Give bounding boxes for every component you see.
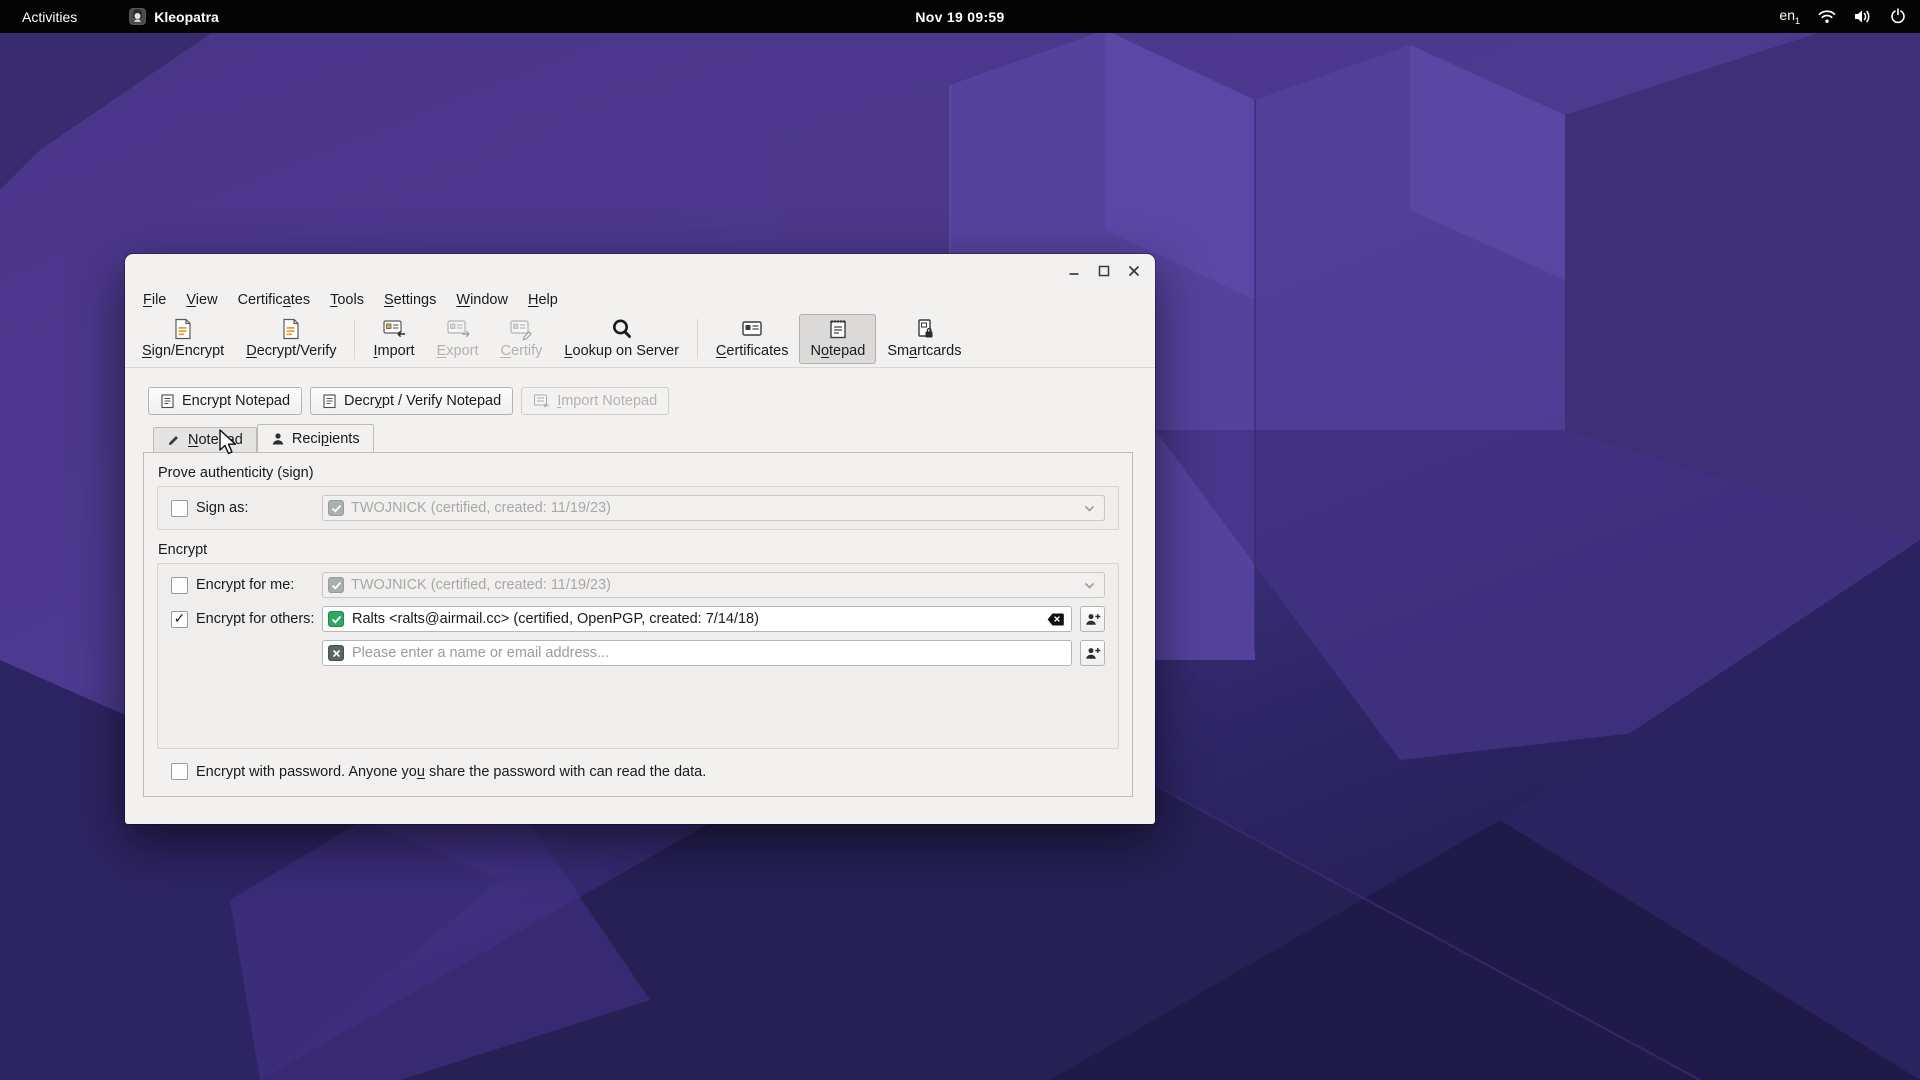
tab-notepad[interactable]: Notepad	[153, 427, 257, 452]
menu-file[interactable]: File	[133, 290, 176, 310]
recipient-input-filled[interactable]: Ralts <ralts@airmail.cc> (certified, Ope…	[322, 606, 1072, 632]
sign-as-checkbox[interactable]	[171, 500, 188, 517]
sign-groupbox: Sign as: TWOJNICK (certified, created: 1…	[157, 486, 1119, 530]
import-notepad-button: Import Notepad	[521, 387, 669, 415]
encrypt-for-me-checkbox[interactable]	[171, 577, 188, 594]
decrypt-verify-notepad-button[interactable]: Decrypt / Verify Notepad	[310, 387, 513, 415]
focused-app-menu[interactable]: Kleopatra	[123, 6, 225, 27]
add-contact-icon	[1085, 612, 1101, 627]
chevron-down-icon	[1084, 505, 1095, 512]
toolbar-export: Export	[426, 314, 490, 364]
system-status-area[interactable]: en1	[1779, 7, 1906, 26]
toolbar-decrypt-verify[interactable]: Decrypt/Verify	[235, 314, 347, 364]
menu-bar: File View Certificates Tools Settings Wi…	[125, 288, 1155, 312]
menu-settings[interactable]: Settings	[374, 290, 446, 310]
x-box-icon	[328, 645, 344, 661]
close-button[interactable]	[1121, 258, 1147, 284]
toolbar-separator	[697, 319, 698, 359]
focused-app-name: Kleopatra	[154, 9, 219, 25]
recipients-panel: Prove authenticity (sign) Sign as: TWOJN…	[143, 452, 1133, 797]
notepad-tabbar: Notepad Recipients	[153, 424, 1155, 452]
recipient-search-input[interactable]	[352, 645, 1064, 661]
menu-view[interactable]: View	[176, 290, 227, 310]
sign-section-title: Prove authenticity (sign)	[158, 465, 1119, 481]
encrypt-notepad-button[interactable]: Encrypt Notepad	[148, 387, 302, 415]
mouse-cursor	[218, 429, 240, 457]
password-option-row: Encrypt with password. Anyone you share …	[171, 763, 1119, 780]
menu-window[interactable]: Window	[446, 290, 518, 310]
sign-encrypt-icon	[173, 318, 193, 340]
encrypt-with-password-label: Encrypt with password. Anyone you share …	[196, 764, 706, 780]
minimize-icon	[1067, 264, 1081, 278]
main-toolbar: Sign/Encrypt Decrypt/Verify Import	[125, 312, 1155, 368]
encrypt-for-others-label: Encrypt for others:	[196, 611, 322, 627]
menu-tools[interactable]: Tools	[320, 290, 374, 310]
import-notepad-icon	[533, 393, 550, 409]
recipient-value: Ralts <ralts@airmail.cc> (certified, Ope…	[352, 611, 759, 627]
clear-recipient-button[interactable]	[1047, 613, 1064, 626]
select-recipient-button-2[interactable]	[1080, 640, 1105, 666]
notepad-small-icon	[160, 393, 175, 409]
maximize-icon	[1097, 264, 1111, 278]
smartcards-icon	[913, 318, 935, 340]
encrypt-for-me-value: TWOJNICK (certified, created: 11/19/23)	[351, 577, 611, 593]
encrypt-with-password-checkbox[interactable]	[171, 763, 188, 780]
certify-icon	[509, 318, 533, 340]
toolbar-sign-encrypt[interactable]: Sign/Encrypt	[131, 314, 235, 364]
checked-box-gray-icon	[328, 500, 344, 516]
toolbar-notepad[interactable]: Notepad	[799, 314, 876, 364]
close-icon	[1127, 264, 1141, 278]
sign-as-value: TWOJNICK (certified, created: 11/19/23)	[351, 500, 611, 516]
encrypt-for-me-label: Encrypt for me:	[196, 577, 322, 593]
encrypt-groupbox: Encrypt for me: TWOJNICK (certified, cre…	[157, 563, 1119, 749]
window-titlebar[interactable]	[125, 254, 1155, 288]
notepad-icon	[827, 318, 849, 340]
checked-box-gray-icon	[328, 577, 344, 593]
clock[interactable]: Nov 19 09:59	[905, 7, 1014, 27]
toolbar-import[interactable]: Import	[362, 314, 425, 364]
activities-button[interactable]: Activities	[14, 7, 85, 27]
toolbar-separator	[354, 319, 355, 359]
tab-recipients[interactable]: Recipients	[257, 424, 374, 452]
add-contact-icon	[1085, 646, 1101, 661]
wifi-icon[interactable]	[1818, 9, 1836, 24]
pencil-icon	[167, 433, 181, 447]
keyboard-layout-indicator[interactable]: en1	[1779, 7, 1800, 26]
toolbar-certify: Certify	[490, 314, 554, 364]
clear-backspace-icon	[1047, 613, 1064, 626]
toolbar-certificates[interactable]: Certificates	[705, 314, 800, 364]
export-icon	[446, 318, 470, 340]
certificates-icon	[740, 318, 764, 340]
toolbar-lookup-on-server[interactable]: Lookup on Server	[553, 314, 689, 364]
select-recipient-button[interactable]	[1080, 606, 1105, 632]
person-icon	[271, 432, 285, 446]
minimize-button[interactable]	[1061, 258, 1087, 284]
encrypt-section-title: Encrypt	[158, 542, 1119, 558]
kleopatra-app-icon	[129, 8, 146, 25]
notepad-actions: Encrypt Notepad Decrypt / Verify Notepad…	[148, 387, 1155, 415]
sign-as-combobox: TWOJNICK (certified, created: 11/19/23)	[322, 495, 1105, 521]
lookup-icon	[611, 318, 633, 340]
sign-as-label: Sign as:	[196, 500, 322, 516]
recipient-input-empty[interactable]	[322, 640, 1072, 666]
toolbar-smartcards[interactable]: Smartcards	[876, 314, 972, 364]
decrypt-verify-icon	[281, 318, 301, 340]
menu-help[interactable]: Help	[518, 290, 568, 310]
menu-certificates[interactable]: Certificates	[228, 290, 321, 310]
notepad-small-icon	[322, 393, 337, 409]
encrypt-for-me-combobox: TWOJNICK (certified, created: 11/19/23)	[322, 572, 1105, 598]
import-icon	[382, 318, 406, 340]
gnome-top-bar: Activities Kleopatra Nov 19 09:59 en1	[0, 0, 1920, 33]
checked-box-green-icon	[328, 611, 344, 627]
volume-icon[interactable]	[1854, 9, 1872, 24]
kleopatra-window: File View Certificates Tools Settings Wi…	[125, 254, 1155, 824]
chevron-down-icon	[1084, 582, 1095, 589]
encrypt-for-others-checkbox[interactable]	[171, 611, 188, 628]
maximize-button[interactable]	[1091, 258, 1117, 284]
power-icon[interactable]	[1890, 8, 1906, 24]
